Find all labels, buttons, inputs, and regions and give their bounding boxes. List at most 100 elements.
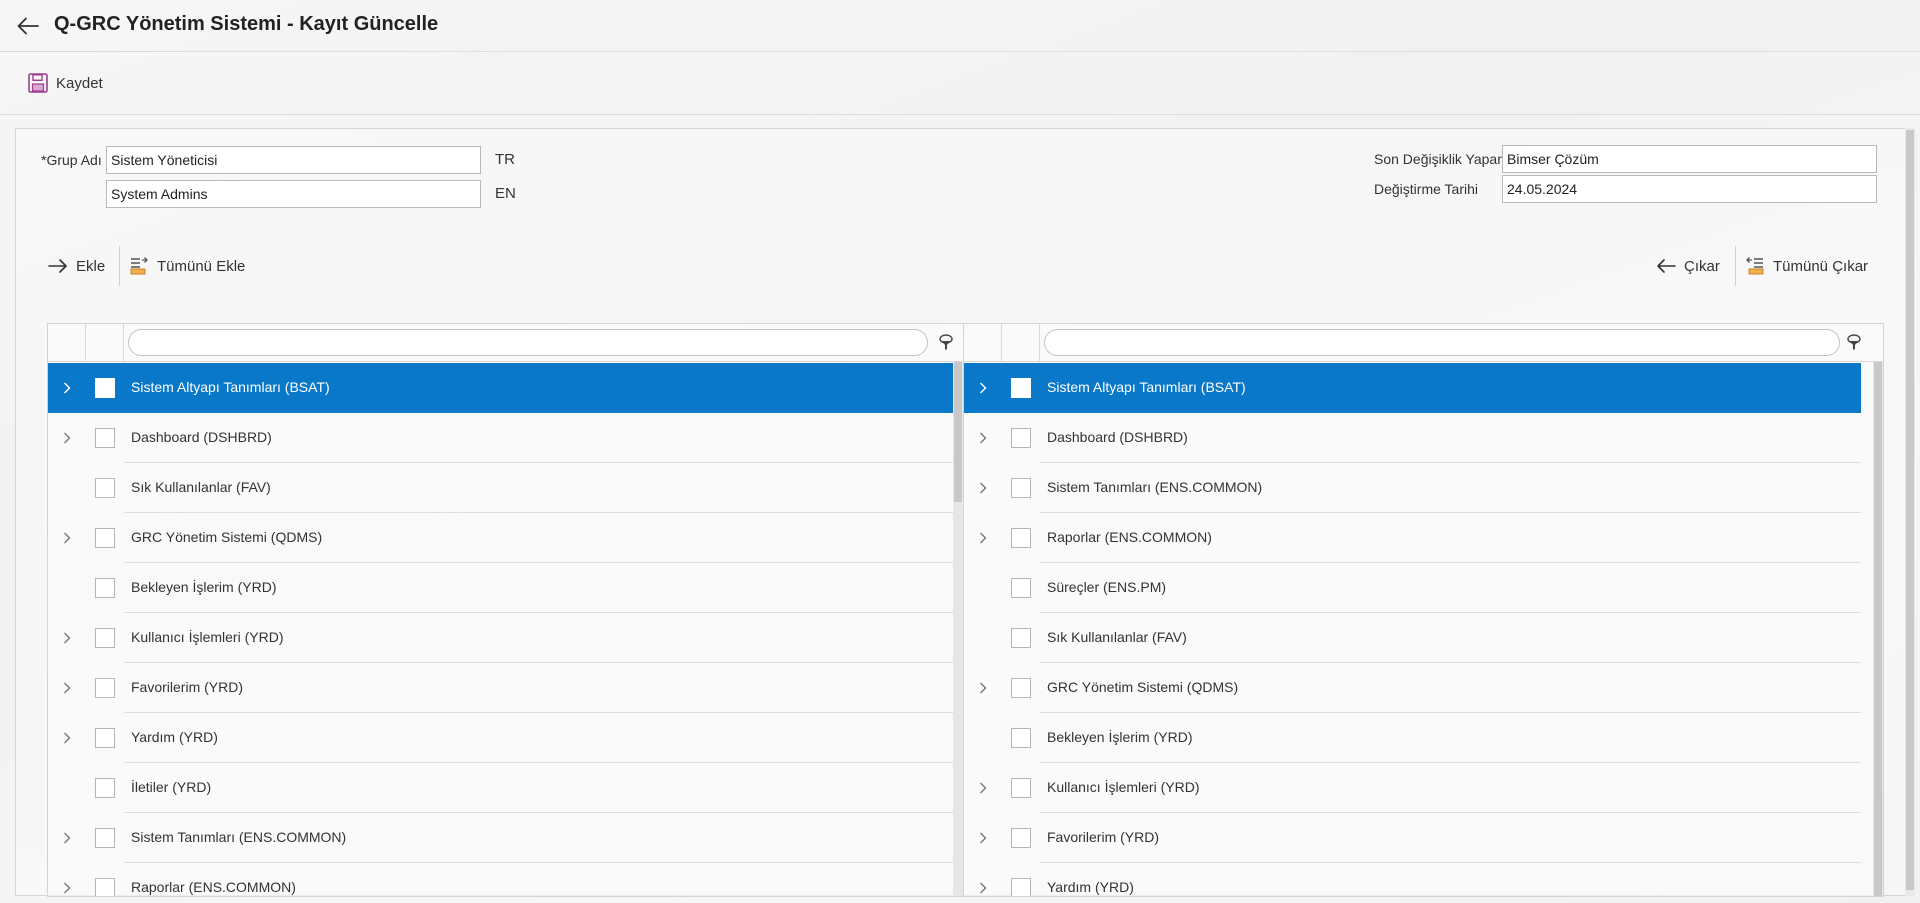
- group-name-tr-input[interactable]: [106, 146, 481, 174]
- list-item[interactable]: Favorilerim (YRD): [48, 663, 953, 713]
- chevron-right-icon[interactable]: [972, 476, 994, 500]
- list-item-label: GRC Yönetim Sistemi (QDMS): [131, 529, 323, 545]
- row-checkbox[interactable]: [1011, 628, 1031, 648]
- row-checkbox[interactable]: [1011, 478, 1031, 498]
- list-item[interactable]: Sistem Altyapı Tanımları (BSAT): [964, 363, 1861, 413]
- row-checkbox[interactable]: [95, 628, 115, 648]
- modified-date-field[interactable]: [1502, 175, 1877, 203]
- chevron-right-icon[interactable]: [972, 676, 994, 700]
- chevron-right-icon[interactable]: [56, 876, 78, 896]
- chevron-right-icon[interactable]: [972, 776, 994, 800]
- list-item[interactable]: Sistem Altyapı Tanımları (BSAT): [48, 363, 953, 413]
- chevron-right-icon[interactable]: [56, 826, 78, 850]
- row-checkbox[interactable]: [95, 478, 115, 498]
- row-checkbox[interactable]: [1011, 828, 1031, 848]
- last-modified-by-label: Son Değişiklik Yapan: [1374, 151, 1506, 167]
- page-title: Q-GRC Yönetim Sistemi - Kayıt Güncelle: [54, 13, 439, 35]
- row-checkbox[interactable]: [95, 728, 115, 748]
- left-filter-input[interactable]: [128, 329, 928, 356]
- chevron-right-icon[interactable]: [56, 676, 78, 700]
- list-item[interactable]: Sistem Tanımları (ENS.COMMON): [964, 463, 1861, 513]
- header-cell-select: [1002, 324, 1040, 362]
- group-name-label: *Grup Adı: [41, 152, 102, 168]
- add-all-icon: [130, 257, 148, 275]
- list-item[interactable]: Yardım (YRD): [964, 863, 1861, 896]
- row-checkbox[interactable]: [95, 778, 115, 798]
- page-scrollbar[interactable]: [1905, 128, 1915, 896]
- list-item[interactable]: Dashboard (DSHBRD): [964, 413, 1861, 463]
- chevron-right-icon[interactable]: [972, 526, 994, 550]
- list-item[interactable]: Süreçler (ENS.PM): [964, 563, 1861, 613]
- list-item-label: Sistem Altyapı Tanımları (BSAT): [1047, 379, 1246, 395]
- back-button[interactable]: [12, 12, 44, 40]
- right-filter-input[interactable]: [1044, 329, 1840, 356]
- list-item[interactable]: Sistem Tanımları (ENS.COMMON): [48, 813, 953, 863]
- list-item-label: Sistem Tanımları (ENS.COMMON): [131, 829, 347, 845]
- chevron-right-icon[interactable]: [56, 376, 78, 400]
- remove-all-button[interactable]: Tümünü Çıkar: [1745, 251, 1868, 281]
- filter-icon[interactable]: [1846, 334, 1862, 352]
- right-list-scrollbar[interactable]: [1873, 362, 1883, 896]
- chevron-right-icon[interactable]: [56, 426, 78, 450]
- list-item[interactable]: GRC Yönetim Sistemi (QDMS): [964, 663, 1861, 713]
- action-separator: [1735, 246, 1736, 286]
- add-all-button-label: Tümünü Ekle: [157, 257, 246, 275]
- chevron-right-icon[interactable]: [972, 826, 994, 850]
- row-checkbox[interactable]: [1011, 878, 1031, 896]
- chevron-right-icon[interactable]: [972, 376, 994, 400]
- list-item[interactable]: Raporlar (ENS.COMMON): [48, 863, 953, 896]
- row-checkbox[interactable]: [95, 428, 115, 448]
- chevron-right-icon[interactable]: [56, 526, 78, 550]
- list-item[interactable]: Yardım (YRD): [48, 713, 953, 763]
- chevron-right-icon[interactable]: [972, 876, 994, 896]
- row-checkbox[interactable]: [95, 678, 115, 698]
- chevron-right-icon[interactable]: [56, 726, 78, 750]
- list-item-label: Bekleyen İşlerim (YRD): [1047, 729, 1193, 745]
- row-checkbox[interactable]: [1011, 378, 1031, 398]
- list-item[interactable]: Sık Kullanılanlar (FAV): [964, 613, 1861, 663]
- row-checkbox[interactable]: [1011, 778, 1031, 798]
- remove-button[interactable]: Çıkar: [1656, 251, 1720, 281]
- list-item[interactable]: Bekleyen İşlerim (YRD): [48, 563, 953, 613]
- row-checkbox[interactable]: [1011, 728, 1031, 748]
- list-item-label: Sistem Altyapı Tanımları (BSAT): [131, 379, 330, 395]
- save-button[interactable]: Kaydet: [28, 70, 103, 96]
- list-item[interactable]: Sık Kullanılanlar (FAV): [48, 463, 953, 513]
- row-checkbox[interactable]: [1011, 678, 1031, 698]
- last-modified-by-field[interactable]: [1502, 145, 1877, 173]
- row-checkbox[interactable]: [1011, 528, 1031, 548]
- list-item[interactable]: Dashboard (DSHBRD): [48, 413, 953, 463]
- remove-all-button-label: Tümünü Çıkar: [1773, 257, 1869, 275]
- list-item[interactable]: Bekleyen İşlerim (YRD): [964, 713, 1861, 763]
- list-item[interactable]: İletiler (YRD): [48, 763, 953, 813]
- row-checkbox[interactable]: [1011, 578, 1031, 598]
- page-header: Q-GRC Yönetim Sistemi - Kayıt Güncelle: [0, 0, 1920, 52]
- list-item-label: Raporlar (ENS.COMMON): [1047, 529, 1212, 545]
- list-item-label: Kullanıcı İşlemleri (YRD): [1047, 779, 1200, 795]
- floppy-disk-icon: [28, 73, 48, 93]
- left-rows: Sistem Altyapı Tanımları (BSAT) Dashboard…: [48, 363, 953, 896]
- chevron-right-icon[interactable]: [56, 626, 78, 650]
- row-checkbox[interactable]: [95, 578, 115, 598]
- row-checkbox[interactable]: [95, 828, 115, 848]
- row-checkbox[interactable]: [95, 378, 115, 398]
- row-checkbox[interactable]: [95, 878, 115, 896]
- row-checkbox[interactable]: [1011, 428, 1031, 448]
- list-item-label: Yardım (YRD): [1047, 879, 1134, 895]
- list-item[interactable]: Favorilerim (YRD): [964, 813, 1861, 863]
- list-item[interactable]: GRC Yönetim Sistemi (QDMS): [48, 513, 953, 563]
- remove-all-icon: [1746, 257, 1764, 275]
- add-button[interactable]: Ekle: [48, 251, 105, 281]
- list-item[interactable]: Kullanıcı İşlemleri (YRD): [964, 763, 1861, 813]
- available-modules-list: Sistem Altyapı Tanımları (BSAT) Dashboard…: [47, 323, 964, 897]
- filter-icon[interactable]: [938, 334, 954, 352]
- list-item[interactable]: Kullanıcı İşlemleri (YRD): [48, 613, 953, 663]
- list-item-label: Favorilerim (YRD): [131, 679, 243, 695]
- list-item[interactable]: Raporlar (ENS.COMMON): [964, 513, 1861, 563]
- row-checkbox[interactable]: [95, 528, 115, 548]
- add-all-button[interactable]: Tümünü Ekle: [129, 251, 245, 281]
- group-name-en-input[interactable]: [106, 180, 481, 208]
- arrow-left-icon: [17, 17, 39, 35]
- left-list-scrollbar[interactable]: [953, 362, 963, 896]
- chevron-right-icon[interactable]: [972, 426, 994, 450]
